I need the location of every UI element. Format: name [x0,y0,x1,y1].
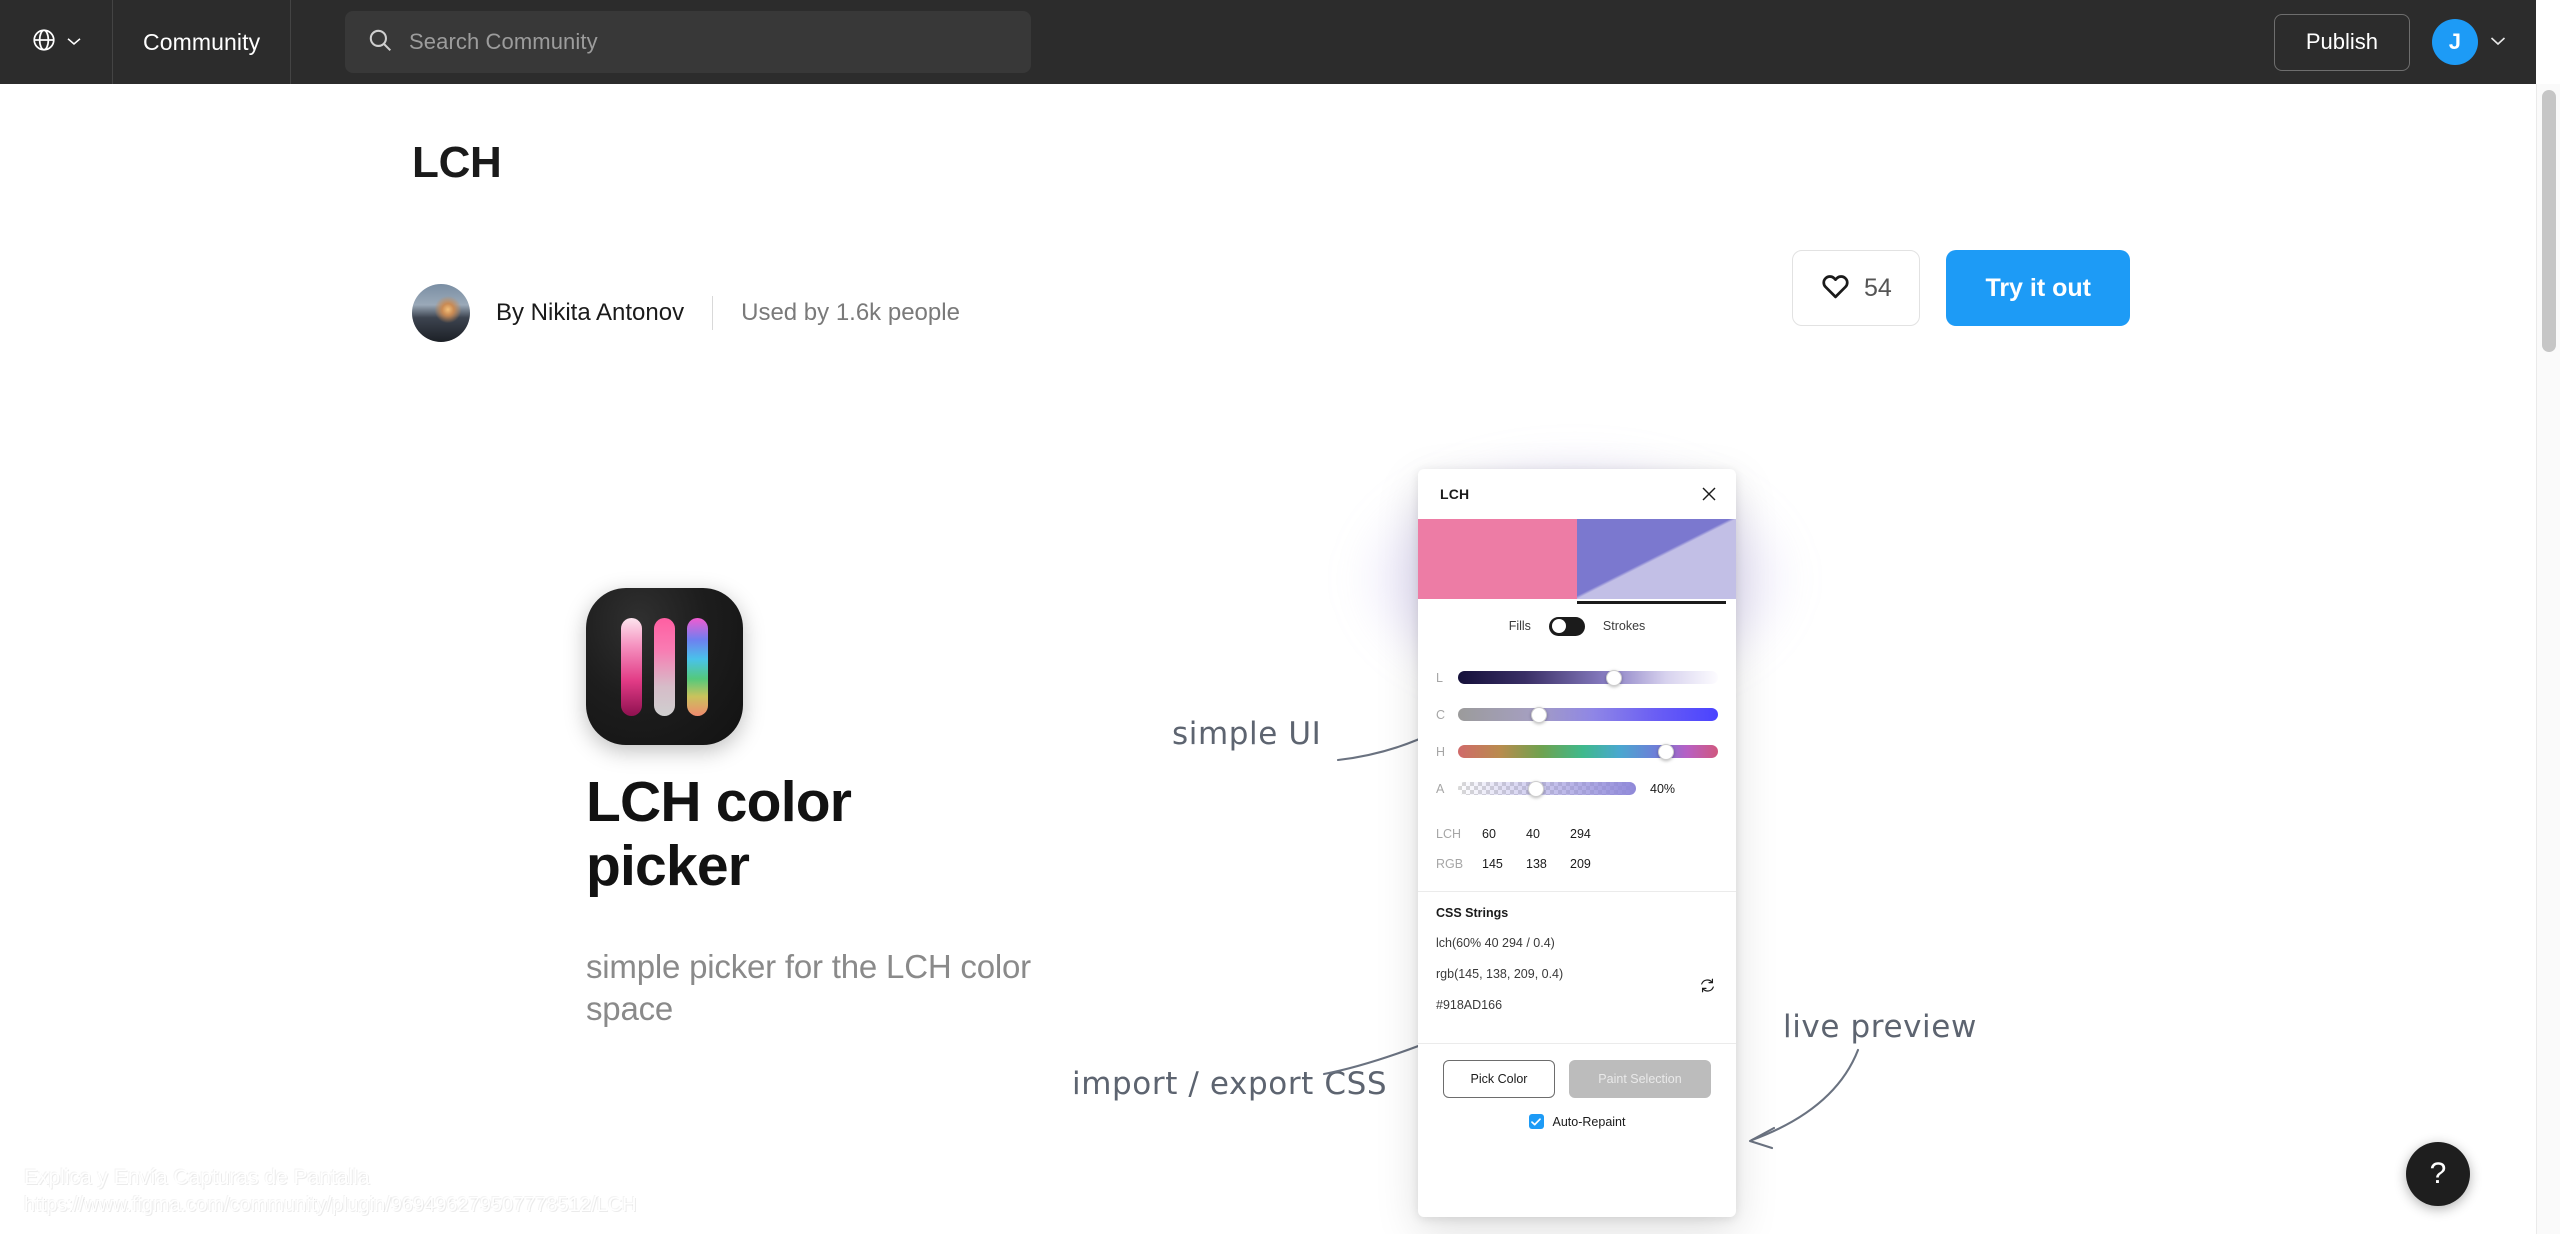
page-title: LCH [412,138,502,187]
slider-label-h: H [1436,744,1446,759]
meta-divider [712,296,714,330]
value-label-rgb: RGB [1436,857,1464,871]
avatar: J [2432,19,2478,65]
watermark-overlay: Explica y Envía Capturas de Pantalla htt… [24,1164,637,1218]
logo-bar-1 [621,617,642,716]
slider-row-chroma: C [1436,696,1718,733]
author-name[interactable]: By Nikita Antonov [496,299,684,327]
globe-icon [31,27,57,58]
slider-row-hue: H [1436,733,1718,770]
strokes-label: Strokes [1602,619,1646,633]
check-icon [1531,1117,1541,1126]
slider-label-c: C [1436,707,1446,722]
plugin-card-header: LCH [1418,469,1736,519]
top-bar-right-actions: Publish J [2273,0,2506,84]
auto-repaint-row: Auto-Repaint [1436,1114,1718,1129]
globe-menu-button[interactable] [0,0,112,84]
css-string-rgb[interactable]: rgb(145, 138, 209, 0.4) [1436,967,1718,981]
rgb-b-field[interactable]: 209 [1570,857,1614,871]
auto-repaint-checkbox[interactable] [1528,1114,1544,1129]
active-swatch-indicator [1577,601,1727,604]
top-navigation-bar: Community Search Community Publish J [0,0,2536,84]
lch-l-field[interactable]: 60 [1482,827,1526,841]
slider-track-alpha[interactable] [1458,780,1636,797]
numeric-values-group: LCH 60 40 294 RGB 145 138 209 [1418,811,1736,891]
promo-subheading: simple picker for the LCH color space [586,948,1031,1028]
slider-row-lightness: L [1436,659,1718,696]
css-strings-title: CSS Strings [1436,906,1509,920]
rgb-r-field[interactable]: 145 [1482,857,1526,871]
slider-track-chroma[interactable] [1458,706,1718,723]
page-scrollbar[interactable] [2536,84,2560,1234]
value-row-rgb: RGB 145 138 209 [1436,849,1718,879]
annotation-live-preview: live preview [1783,1009,1977,1045]
annotation-arrow-live-preview [1748,1048,1860,1150]
fills-strokes-toggle[interactable] [1548,616,1585,636]
plugin-preview-card: LCH Fills Strokes L C H A 40% LCH 60 40 … [1418,469,1736,1217]
rgb-g-field[interactable]: 138 [1526,857,1570,871]
help-button[interactable]: ? [2406,1142,2470,1206]
like-count: 54 [1864,273,1892,302]
chevron-down-icon [2490,33,2506,51]
slider-knob-hue[interactable] [1658,743,1674,760]
try-it-out-button[interactable]: Try it out [1946,250,2130,326]
slider-knob-lightness[interactable] [1606,669,1622,686]
slider-knob-alpha[interactable] [1528,780,1545,797]
publish-button[interactable]: Publish [2273,13,2410,71]
search-input[interactable]: Search Community [345,11,1031,73]
pick-color-button[interactable]: Pick Color [1443,1060,1555,1098]
fills-strokes-toggle-row: Fills Strokes [1418,599,1736,653]
plugin-card-footer: Pick Color Paint Selection Auto-Repaint [1418,1044,1736,1143]
annotation-simple-ui: simple UI [1172,716,1322,752]
alpha-value: 40% [1650,781,1676,796]
logo-bar-3 [687,617,708,716]
slider-row-alpha: A 40% [1436,770,1718,807]
css-strings-section: CSS Strings lch(60% 40 294 / 0.4) rgb(14… [1418,892,1736,1043]
slider-track-lightness[interactable] [1458,669,1718,686]
refresh-icon[interactable] [1699,977,1716,994]
fills-label: Fills [1508,619,1531,633]
action-button-row: Pick Color Paint Selection [1436,1060,1718,1098]
lch-app-logo-icon [586,588,743,745]
lch-slider-group: L C H A 40% [1418,653,1736,811]
watermark-line-2: https://www.figma.com/community/plugin/9… [24,1193,637,1216]
auto-repaint-label: Auto-Repaint [1552,1114,1626,1129]
value-label-lch: LCH [1436,827,1462,841]
swatch-fill[interactable] [1418,519,1577,599]
value-row-lch: LCH 60 40 294 [1436,819,1718,849]
slider-label-l: L [1436,670,1443,685]
swatch-stroke[interactable] [1577,519,1736,599]
promo-heading: LCH color picker [586,770,852,899]
lch-c-field[interactable]: 40 [1526,827,1570,841]
header-actions: 54 Try it out [1792,250,2130,326]
search-icon [367,27,393,58]
annotation-import-export: import / export CSS [1072,1066,1388,1102]
paint-selection-button[interactable]: Paint Selection [1569,1060,1711,1098]
heart-icon [1821,273,1850,304]
color-swatch-preview [1418,519,1736,604]
nav-community-link[interactable]: Community [113,0,290,84]
used-by-count: Used by 1.6k people [741,299,960,326]
plugin-card-title: LCH [1440,486,1470,502]
scrollbar-thumb[interactable] [2542,90,2556,352]
author-avatar[interactable] [412,284,470,342]
slider-knob-chroma[interactable] [1530,706,1547,723]
search-placeholder: Search Community [409,29,598,54]
slider-label-a: A [1436,781,1445,796]
question-mark-icon: ? [2429,1157,2447,1190]
logo-bar-2 [654,617,675,716]
css-string-lch[interactable]: lch(60% 40 294 / 0.4) [1436,936,1718,950]
toggle-knob [1551,619,1566,633]
author-meta-row: By Nikita Antonov Used by 1.6k people [412,284,960,342]
account-menu[interactable]: J [2432,19,2506,65]
chevron-down-icon [67,33,81,51]
like-button[interactable]: 54 [1792,250,1921,326]
toolbar-divider-2 [290,0,292,84]
close-icon[interactable] [1696,481,1722,507]
slider-track-hue[interactable] [1458,743,1718,760]
css-string-hex[interactable]: #918AD166 [1436,998,1718,1012]
page-content: LCH By Nikita Antonov Used by 1.6k peopl… [0,84,2536,1234]
lch-h-field[interactable]: 294 [1570,827,1614,841]
watermark-line-1: Explica y Envía Capturas de Pantalla [24,1165,370,1189]
